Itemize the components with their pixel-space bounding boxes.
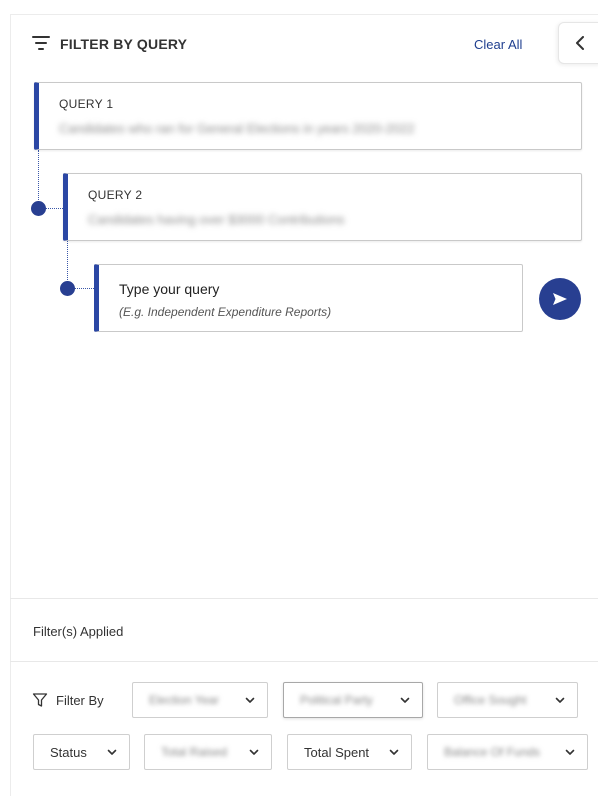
query-connector: [38, 150, 39, 208]
query-node-dot: [31, 201, 46, 216]
political-party-dropdown[interactable]: Political Party: [283, 682, 423, 718]
dropdown-label: Political Party: [300, 693, 373, 707]
query-text: Candidates having over $3000 Contributio…: [88, 212, 345, 227]
section-divider: [10, 598, 598, 599]
chevron-down-icon: [245, 697, 255, 703]
dropdown-label: Status: [50, 744, 87, 760]
filter-lines-icon: [32, 36, 50, 50]
query-input-placeholder: Type your query: [119, 281, 220, 297]
query-label: QUERY 2: [88, 188, 143, 202]
funnel-icon: [32, 693, 48, 707]
chevron-down-icon: [249, 749, 259, 755]
query-label: QUERY 1: [59, 97, 114, 111]
office-sought-dropdown[interactable]: Office Sought: [437, 682, 578, 718]
dropdown-label: Total Raised: [161, 745, 228, 759]
send-icon: [553, 293, 567, 305]
total-raised-dropdown[interactable]: Total Raised: [144, 734, 272, 770]
query-input-field[interactable]: Type your query (E.g. Independent Expend…: [94, 264, 523, 332]
clear-all-link[interactable]: Clear All: [474, 37, 522, 52]
chevron-down-icon: [565, 749, 575, 755]
status-dropdown[interactable]: Status: [33, 734, 130, 770]
query-node-dot: [60, 281, 75, 296]
chevron-down-icon: [400, 697, 410, 703]
election-year-dropdown[interactable]: Election Year: [132, 682, 268, 718]
balance-of-funds-dropdown[interactable]: Balance Of Funds: [427, 734, 588, 770]
filter-by-heading: Filter By: [32, 692, 104, 708]
total-spent-dropdown[interactable]: Total Spent: [287, 734, 412, 770]
collapse-panel-button[interactable]: [558, 22, 598, 64]
dropdown-label: Total Spent: [304, 744, 370, 760]
section-divider: [10, 661, 598, 662]
query-card-2[interactable]: QUERY 2 Candidates having over $3000 Con…: [63, 173, 582, 241]
query-card-1[interactable]: QUERY 1 Candidates who ran for General E…: [34, 82, 582, 150]
query-text: Candidates who ran for General Elections…: [59, 121, 415, 136]
dropdown-label: Balance Of Funds: [444, 745, 541, 759]
query-input-hint: (E.g. Independent Expenditure Reports): [119, 305, 332, 319]
chevron-down-icon: [389, 749, 399, 755]
dropdown-label: Election Year: [149, 693, 220, 707]
filters-applied-label: Filter(s) Applied: [33, 624, 124, 639]
chevron-down-icon: [107, 749, 117, 755]
chevron-down-icon: [555, 697, 565, 703]
dropdown-label: Office Sought: [454, 693, 527, 707]
panel-title: FILTER BY QUERY: [60, 36, 188, 52]
filter-by-label: Filter By: [56, 692, 104, 708]
chevron-left-icon: [576, 36, 584, 50]
send-query-button[interactable]: [539, 278, 581, 320]
